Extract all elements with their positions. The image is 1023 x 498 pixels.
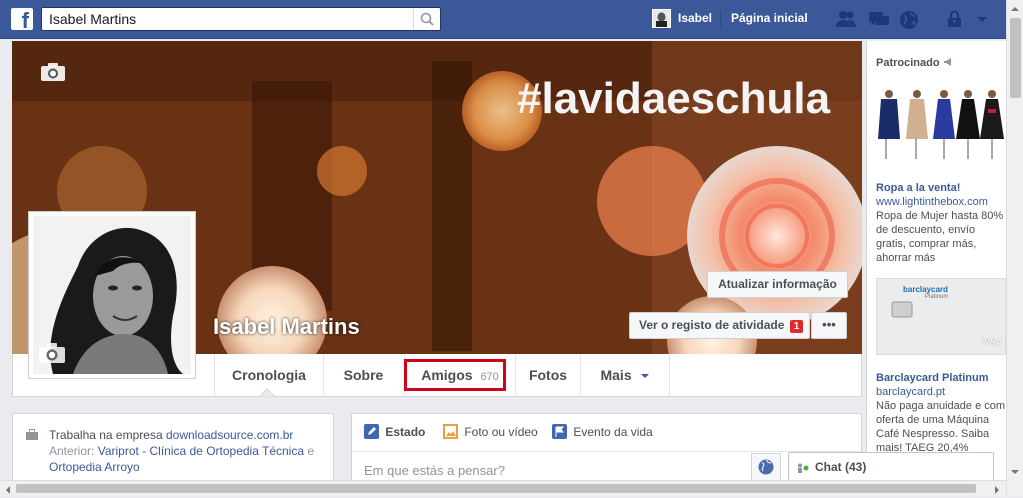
scroll-down-arrow-icon[interactable] <box>1010 466 1020 476</box>
ad-2-description: Não paga anuidade e com oferta de uma Má… <box>876 400 1006 454</box>
tab-label: Fotos <box>528 367 568 383</box>
card-sub: Platinum <box>925 294 949 300</box>
briefcase-icon <box>26 429 38 440</box>
ad-1-url[interactable]: www.lightinthebox.com <box>876 196 988 208</box>
tab-label: Cronologia <box>232 367 306 383</box>
search-icon <box>420 12 434 26</box>
composer-tab-life-event[interactable]: Evento da vida <box>552 424 653 442</box>
audience-selector-button[interactable] <box>751 453 781 481</box>
tab-event-label: Evento da vida <box>573 425 653 439</box>
profile-name[interactable]: Isabel Martins <box>213 314 360 340</box>
cover-hashtag: #lavidaeschula <box>517 74 831 123</box>
tab-sobre[interactable]: Sobre <box>323 354 405 396</box>
post-composer: Estado Foto ou vídeo Evento da vida Em q… <box>351 413 862 483</box>
vertical-scrollbar[interactable] <box>1006 0 1023 496</box>
horizontal-scrollbar[interactable] <box>0 480 1006 497</box>
previous-prefix: Anterior: <box>49 444 95 458</box>
account-dropdown-icon[interactable] <box>974 10 994 28</box>
top-divider <box>720 11 721 27</box>
ad-1-title[interactable]: Ropa a la venta! <box>876 182 960 194</box>
notifications-globe-icon[interactable] <box>899 10 919 29</box>
facebook-logo-icon[interactable]: f <box>11 8 33 30</box>
sponsored-header: Patrocinado <box>876 57 955 69</box>
tab-label: Mais <box>600 367 632 383</box>
tab-status-label: Estado <box>385 425 426 439</box>
megaphone-icon <box>943 58 951 66</box>
composer-tab-photo[interactable]: Foto ou vídeo <box>443 424 538 442</box>
card-brand: barclaycard <box>903 285 948 294</box>
ad-2-url[interactable]: barclaycard.pt <box>876 386 945 398</box>
scroll-up-arrow-icon[interactable] <box>1010 3 1020 13</box>
friend-requests-icon[interactable] <box>835 10 856 28</box>
composer-tab-status[interactable]: Estado <box>364 424 425 442</box>
activity-log-button[interactable]: Ver o registo de atividade 1 <box>629 312 810 339</box>
top-user-name[interactable]: Isabel <box>678 11 712 25</box>
more-options-button[interactable]: ••• <box>811 312 847 339</box>
previous-company-2-link[interactable]: Ortopedia Arroyo <box>49 460 140 474</box>
tab-fotos[interactable]: Fotos <box>516 354 581 396</box>
search-input[interactable] <box>42 8 426 30</box>
previous-company-1-link[interactable]: Variprot - Clínica de Ortopedia Técnica <box>98 444 304 458</box>
work-prefix: Trabalha na empresa <box>49 428 163 442</box>
card-network: VISA <box>981 337 1003 347</box>
top-user-avatar[interactable] <box>652 9 671 28</box>
scroll-left-arrow-icon[interactable] <box>3 484 13 494</box>
intro-box: Trabalha na empresa downloadsource.com.b… <box>12 413 334 483</box>
change-cover-camera-icon[interactable] <box>40 62 66 85</box>
ad-1-image[interactable] <box>876 89 1006 162</box>
scroll-right-arrow-icon[interactable] <box>992 484 1002 494</box>
previous-connector: e <box>307 444 315 458</box>
ad-2-image[interactable]: barclaycard Platinum VISA <box>876 278 1006 355</box>
update-info-button[interactable]: Atualizar informação <box>707 271 848 298</box>
tab-label: Sobre <box>343 367 384 383</box>
pencil-icon <box>364 424 379 439</box>
chat-person-icon <box>798 463 809 473</box>
amigos-highlight-box <box>404 359 506 391</box>
change-profile-camera-icon[interactable] <box>38 342 66 367</box>
search-box <box>41 7 441 31</box>
ad-2-title[interactable]: Barclaycard Platinum <box>876 372 989 384</box>
active-tab-pointer <box>259 388 275 397</box>
ad-1-text: Ropa a la venta! www.lightinthebox.com R… <box>876 181 1007 265</box>
sponsored-column: Patrocinado Ropa a la venta! www.lightin… <box>866 41 1007 496</box>
search-button[interactable] <box>413 8 440 30</box>
card-chip-icon <box>891 301 913 318</box>
activity-log-badge: 1 <box>789 320 804 333</box>
work-company-link[interactable]: downloadsource.com.br <box>166 428 293 442</box>
home-link[interactable]: Página inicial <box>731 11 808 25</box>
composer-divider <box>352 451 861 452</box>
privacy-lock-icon[interactable] <box>945 10 965 28</box>
activity-log-label: Ver o registo de atividade <box>639 318 785 332</box>
chat-label: Chat (43) <box>815 460 867 474</box>
messages-icon[interactable] <box>868 10 889 28</box>
vertical-scroll-thumb[interactable] <box>1010 18 1021 98</box>
chevron-down-icon <box>640 374 649 378</box>
ad-1-description: Ropa de Mujer hasta 80% de descuento, en… <box>876 210 1004 264</box>
photo-icon <box>443 424 458 439</box>
globe-icon <box>758 459 774 475</box>
tab-photo-label: Foto ou vídeo <box>464 425 538 439</box>
horizontal-scroll-thumb[interactable] <box>16 484 976 493</box>
chat-bar[interactable]: Chat (43) <box>788 452 994 482</box>
ad-2-text: Barclaycard Platinum barclaycard.pt Não … <box>876 371 1007 455</box>
flag-icon <box>552 424 567 439</box>
composer-input[interactable]: Em que estás a pensar? <box>364 463 505 478</box>
work-info: Trabalha na empresa downloadsource.com.b… <box>49 427 331 475</box>
tab-mais[interactable]: Mais <box>581 354 670 396</box>
